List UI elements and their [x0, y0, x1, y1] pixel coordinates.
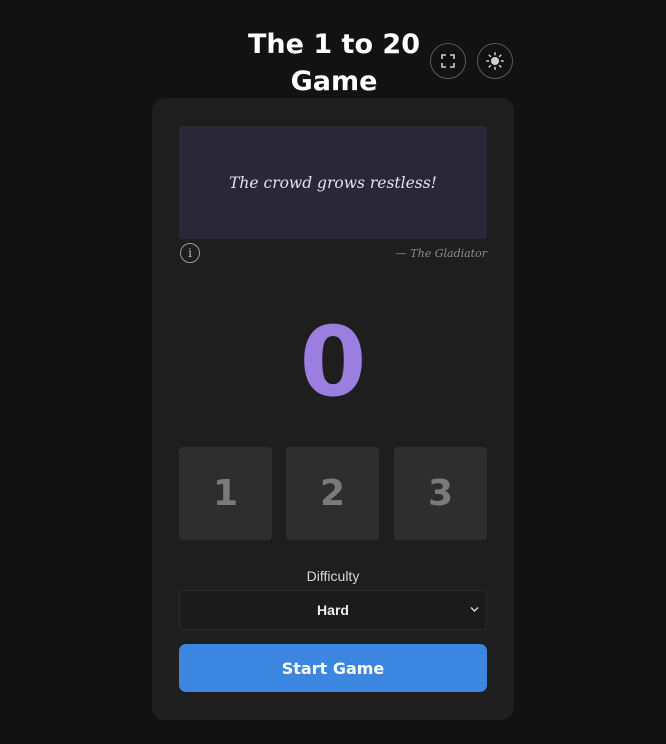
quote-text: The crowd grows restless! — [229, 173, 437, 192]
difficulty-selected-value: Hard — [317, 602, 349, 618]
choice-button-2[interactable]: 2 — [286, 447, 379, 540]
difficulty-select[interactable]: Hard — [179, 590, 487, 630]
number-choices: 1 2 3 — [179, 447, 487, 540]
choice-button-1[interactable]: 1 — [179, 447, 272, 540]
page-title: The 1 to 20 Game — [248, 29, 420, 97]
difficulty-label: Difficulty — [306, 568, 360, 584]
info-icon[interactable]: i — [180, 243, 200, 263]
game-card: The crowd grows restless! i — The Gladia… — [152, 98, 514, 720]
start-game-button[interactable]: Start Game — [179, 644, 487, 692]
sun-icon — [486, 52, 504, 70]
fullscreen-icon — [441, 54, 455, 68]
game-page: The 1 to 20 Game The crowd grows restles… — [0, 0, 666, 744]
quote-attribution: — The Gladiator — [395, 247, 487, 260]
choice-button-3[interactable]: 3 — [394, 447, 487, 540]
current-count: 0 — [299, 306, 367, 418]
theme-toggle-button[interactable] — [477, 43, 513, 79]
quote-box: The crowd grows restless! — [179, 126, 487, 239]
chevron-down-icon — [470, 607, 479, 612]
fullscreen-button[interactable] — [430, 43, 466, 79]
